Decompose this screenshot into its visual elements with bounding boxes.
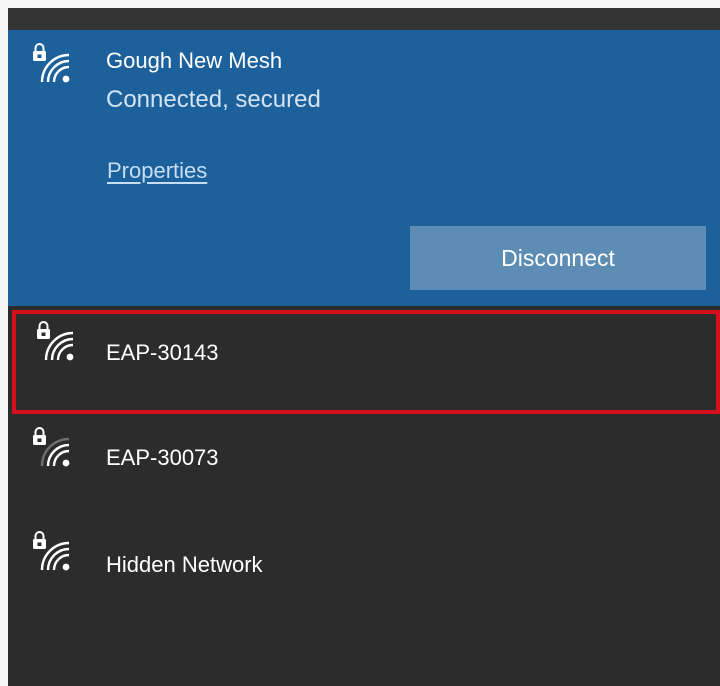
secured-wifi-icon bbox=[28, 530, 72, 572]
network-item-eap-30073[interactable]: EAP-30073 bbox=[8, 422, 720, 526]
secured-wifi-weak-icon bbox=[28, 426, 72, 468]
network-item-hidden-network[interactable]: Hidden Network bbox=[8, 526, 720, 630]
secured-wifi-icon bbox=[28, 42, 72, 84]
wifi-flyout-panel: Gough New Mesh Connected, secured Proper… bbox=[8, 8, 720, 686]
network-name: Hidden Network bbox=[106, 552, 263, 577]
network-name: EAP-30143 bbox=[106, 340, 219, 365]
secured-wifi-icon bbox=[32, 320, 76, 362]
disconnect-button[interactable]: Disconnect bbox=[410, 226, 706, 290]
network-item-eap-30143[interactable]: EAP-30143 bbox=[12, 310, 720, 414]
panel-top-strip bbox=[8, 8, 720, 30]
connected-network-name: Gough New Mesh bbox=[106, 48, 283, 73]
connected-network-item[interactable]: Gough New Mesh Connected, secured Proper… bbox=[8, 30, 720, 306]
connection-status: Connected, secured bbox=[106, 86, 321, 113]
network-name: EAP-30073 bbox=[106, 445, 219, 470]
properties-link[interactable]: Properties bbox=[107, 158, 207, 184]
